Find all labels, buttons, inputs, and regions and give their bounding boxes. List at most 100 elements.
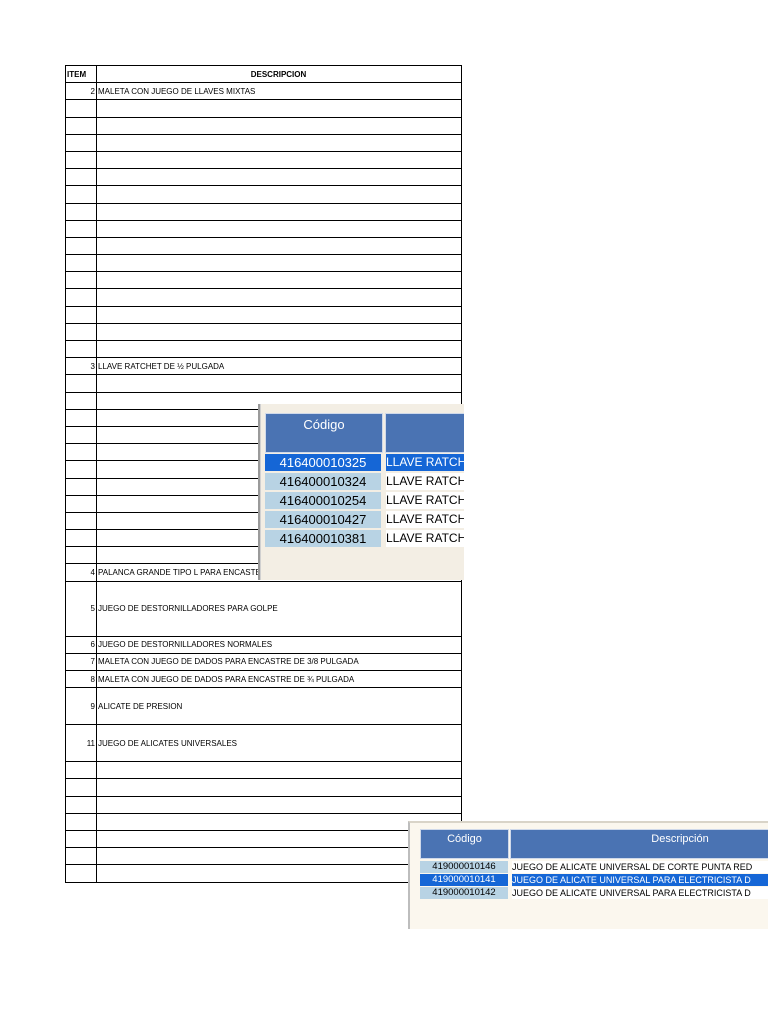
description-cell[interactable] <box>96 271 462 290</box>
item-cell[interactable] <box>65 202 97 221</box>
description-cell[interactable] <box>96 185 462 204</box>
description-cell[interactable] <box>96 116 462 135</box>
description-cell[interactable]: MALETA CON JUEGO DE DADOS PARA ENCASTRE … <box>96 652 462 672</box>
item-cell[interactable] <box>65 271 97 290</box>
item-cell[interactable] <box>65 150 97 170</box>
item-cell[interactable]: 3 <box>65 357 97 376</box>
table-header-row: ITEM DESCRIPCION <box>65 64 462 84</box>
catalog-code: 416400010427 <box>265 511 381 528</box>
item-cell[interactable] <box>65 391 97 410</box>
description-cell[interactable]: MALETA CON JUEGO DE LLAVES MIXTAS <box>96 82 462 101</box>
table-row <box>65 812 462 831</box>
item-cell[interactable] <box>65 460 97 479</box>
item-cell[interactable] <box>65 778 97 797</box>
description-cell[interactable]: JUEGO DE ALICATES UNIVERSALES <box>96 724 462 763</box>
item-cell[interactable]: 4 <box>65 563 97 582</box>
item-cell[interactable] <box>65 236 97 256</box>
item-cell[interactable] <box>65 116 97 135</box>
table-row <box>65 168 462 187</box>
item-cell[interactable]: 6 <box>65 635 97 654</box>
item-cell[interactable] <box>65 529 97 548</box>
item-cell[interactable] <box>65 185 97 204</box>
description-cell[interactable] <box>96 219 462 238</box>
item-cell[interactable] <box>65 494 97 513</box>
item-cell[interactable]: 9 <box>65 687 97 726</box>
catalog-description: LLAVE RATCH <box>386 530 464 547</box>
column-header-code: Código <box>420 829 509 859</box>
header-description: DESCRIPCION <box>96 64 462 84</box>
item-cell[interactable] <box>65 511 97 531</box>
table-row: 9 ALICATE DE PRESION <box>65 687 462 726</box>
table-row: 11 JUEGO DE ALICATES UNIVERSALES <box>65 724 462 763</box>
description-cell[interactable] <box>96 133 462 152</box>
item-cell[interactable] <box>65 305 97 324</box>
description-cell[interactable] <box>96 761 462 780</box>
description-cell[interactable] <box>96 778 462 797</box>
description-cell[interactable] <box>96 236 462 256</box>
column-header-description <box>385 413 464 453</box>
description-cell[interactable]: JUEGO DE DESTORNILLADORES NORMALES <box>96 635 462 654</box>
item-cell[interactable] <box>65 795 97 814</box>
item-cell[interactable] <box>65 443 97 462</box>
description-cell[interactable] <box>96 374 462 393</box>
description-cell[interactable] <box>96 254 462 273</box>
description-cell[interactable] <box>96 829 462 849</box>
description-cell[interactable] <box>96 168 462 187</box>
item-cell[interactable] <box>65 322 97 342</box>
item-cell[interactable] <box>65 374 97 393</box>
description-cell[interactable] <box>96 795 462 814</box>
description-cell[interactable]: MALETA CON JUEGO DE DADOS PARA ENCASTRE … <box>96 669 462 689</box>
item-cell[interactable]: 8 <box>65 669 97 689</box>
table-row <box>65 219 462 238</box>
table-row: 8 MALETA CON JUEGO DE DADOS PARA ENCASTRE… <box>65 669 462 689</box>
item-cell[interactable] <box>65 254 97 273</box>
description-cell[interactable]: LLAVE RATCHET DE ½ PULGADA <box>96 357 462 376</box>
description-cell[interactable] <box>96 305 462 324</box>
description-cell[interactable] <box>96 847 462 866</box>
description-cell[interactable]: ALICATE DE PRESION <box>96 687 462 726</box>
table-row: 5 JUEGO DE DESTORNILLADORES PARA GOLPE <box>65 580 462 637</box>
table-row <box>65 271 462 290</box>
catalog-code: 419000010146 <box>420 861 508 873</box>
description-cell[interactable] <box>96 202 462 221</box>
item-cell[interactable] <box>65 168 97 187</box>
table-row <box>65 236 462 256</box>
table-row <box>65 778 462 797</box>
description-cell[interactable] <box>96 864 462 883</box>
catalog-row: 416400010324 LLAVE RATCH <box>265 473 464 491</box>
item-cell[interactable] <box>65 408 97 427</box>
description-cell[interactable] <box>96 322 462 342</box>
catalog-row: 419000010146 JUEGO DE ALICATE UNIVERSAL D… <box>420 861 768 873</box>
item-cell[interactable]: 2 <box>65 82 97 101</box>
item-cell[interactable] <box>65 477 97 496</box>
catalog-code: 416400010381 <box>265 530 381 547</box>
catalog-row: 416400010325 LLAVE RATCH <box>265 454 464 472</box>
item-cell[interactable] <box>65 829 97 849</box>
item-cell[interactable] <box>65 133 97 152</box>
item-cell[interactable] <box>65 546 97 565</box>
description-cell[interactable] <box>96 150 462 170</box>
item-cell[interactable]: 11 <box>65 724 97 763</box>
item-cell[interactable] <box>65 219 97 238</box>
catalog-description: LLAVE RATCH <box>386 454 464 471</box>
description-cell[interactable] <box>96 288 462 307</box>
item-cell[interactable] <box>65 864 97 883</box>
column-header-code: Código <box>265 413 383 453</box>
item-cell[interactable] <box>65 812 97 831</box>
item-cell[interactable] <box>65 425 97 445</box>
description-cell[interactable] <box>96 99 462 118</box>
item-cell[interactable]: 7 <box>65 652 97 672</box>
item-cell[interactable] <box>65 99 97 118</box>
catalog-code: 419000010142 <box>420 887 508 899</box>
description-cell[interactable]: JUEGO DE DESTORNILLADORES PARA GOLPE <box>96 580 462 637</box>
item-cell[interactable] <box>65 761 97 780</box>
item-cell[interactable]: 5 <box>65 580 97 637</box>
table-row <box>65 339 462 359</box>
header-item: ITEM <box>65 64 97 84</box>
description-cell[interactable] <box>96 339 462 359</box>
item-cell[interactable] <box>65 339 97 359</box>
item-cell[interactable] <box>65 288 97 307</box>
item-cell[interactable] <box>65 847 97 866</box>
table-row <box>65 374 462 393</box>
description-cell[interactable] <box>96 812 462 831</box>
